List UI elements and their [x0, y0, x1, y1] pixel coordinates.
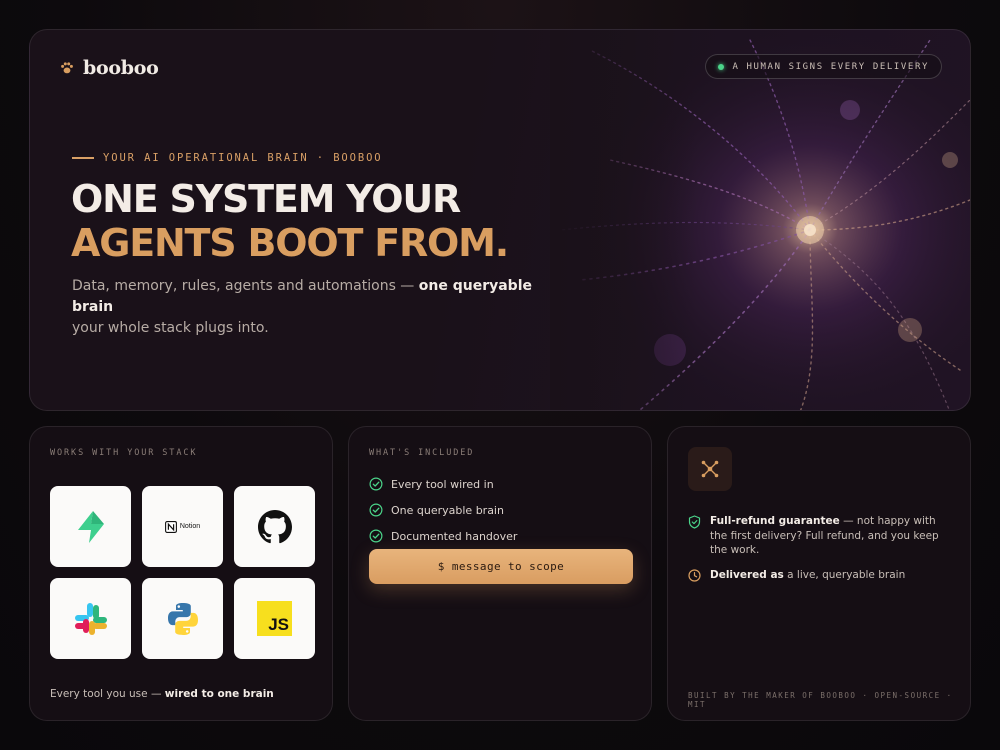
delivered-detail: a live, queryable brain: [783, 569, 906, 581]
stack-card-label: WORKS WITH YOUR STACK: [50, 448, 198, 458]
clock-icon: [688, 569, 701, 582]
delivered-text: Delivered as a live, queryable brain: [710, 568, 905, 583]
javascript-icon-text: JS: [268, 615, 289, 634]
refund-bold: Full-refund guarantee: [710, 515, 840, 527]
notion-icon: [164, 520, 177, 533]
status-dot-icon: [718, 63, 725, 70]
network-icon: [701, 460, 719, 478]
badge-text: A HUMAN SIGNS EVERY DELIVERY: [732, 61, 929, 72]
brand-logo[interactable]: booboo: [60, 57, 159, 79]
javascript-icon: JS: [257, 601, 292, 636]
brand-name: booboo: [83, 57, 159, 79]
notion-label: Notion: [179, 523, 201, 530]
tool-tile-notion[interactable]: Notion: [142, 486, 223, 567]
human-signs-badge: A HUMAN SIGNS EVERY DELIVERY: [705, 54, 942, 79]
included-card: WHAT'S INCLUDED Every tool wired in One …: [348, 426, 652, 721]
check-circle-icon: [369, 529, 383, 543]
tool-tile-github[interactable]: [234, 486, 315, 567]
tool-grid: Notion JS: [50, 486, 315, 659]
python-icon: [167, 602, 198, 635]
tool-tile-python[interactable]: [142, 578, 223, 659]
list-item: Documented handover: [369, 523, 517, 549]
check-circle-icon: [369, 503, 383, 517]
tool-tile-slack[interactable]: [50, 578, 131, 659]
github-icon: [257, 509, 292, 543]
delivered-bold: Delivered as: [710, 569, 784, 581]
tool-tile-supabase[interactable]: [50, 486, 131, 567]
hero-subtitle: Data, memory, rules, agents and automati…: [72, 276, 572, 339]
neural-art-image: [550, 30, 970, 410]
tool-tile-javascript[interactable]: JS: [234, 578, 315, 659]
eyebrow-divider: [72, 157, 94, 159]
subtitle-part-2: your whole stack plugs into.: [72, 320, 269, 336]
guarantee-card: Full-refund guarantee — not happy with t…: [667, 426, 971, 721]
refund-guarantee-row: Full-refund guarantee — not happy with t…: [688, 514, 952, 558]
included-card-label: WHAT'S INCLUDED: [369, 448, 475, 458]
stack-card-footer: Every tool you use — wired to one brain: [50, 688, 274, 700]
message-to-scope-button[interactable]: $ message to scope: [369, 549, 633, 584]
subtitle-part-1: Data, memory, rules, agents and automati…: [72, 278, 419, 294]
slack-icon: [74, 602, 107, 635]
supabase-icon: [77, 510, 104, 543]
hero-eyebrow: YOUR AI OPERATIONAL BRAIN · BOOBOO: [72, 152, 383, 164]
stack-footer-text: Every tool you use —: [50, 688, 165, 700]
hero-headline: ONE SYSTEM YOUR AGENTS BOOT FROM.: [71, 177, 509, 265]
hero-card: booboo A HUMAN SIGNS EVERY DELIVERY YOUR…: [29, 29, 971, 411]
stack-card: WORKS WITH YOUR STACK Notion JS Every to…: [29, 426, 333, 721]
included-item-label: Every tool wired in: [391, 477, 494, 491]
stack-footer-bold: wired to one brain: [164, 688, 274, 700]
delivered-row: Delivered as a live, queryable brain: [688, 568, 952, 583]
refund-text: Full-refund guarantee — not happy with t…: [710, 514, 952, 558]
included-item-label: One queryable brain: [391, 503, 504, 517]
list-item: One queryable brain: [369, 497, 517, 523]
paw-icon: [61, 62, 73, 74]
included-item-label: Documented handover: [391, 529, 518, 543]
maker-footer: BUILT BY THE MAKER OF BOOBOO · OPEN-SOUR…: [688, 691, 953, 709]
shield-check-icon: [688, 515, 701, 529]
headline-line-2: AGENTS BOOT FROM.: [71, 221, 509, 265]
check-circle-icon: [369, 477, 383, 491]
eyebrow-text: YOUR AI OPERATIONAL BRAIN · BOOBOO: [103, 152, 383, 164]
included-list: Every tool wired in One queryable brain …: [369, 471, 517, 549]
network-icon-box: [688, 447, 732, 491]
list-item: Every tool wired in: [369, 471, 517, 497]
headline-line-1: ONE SYSTEM YOUR: [71, 177, 461, 221]
